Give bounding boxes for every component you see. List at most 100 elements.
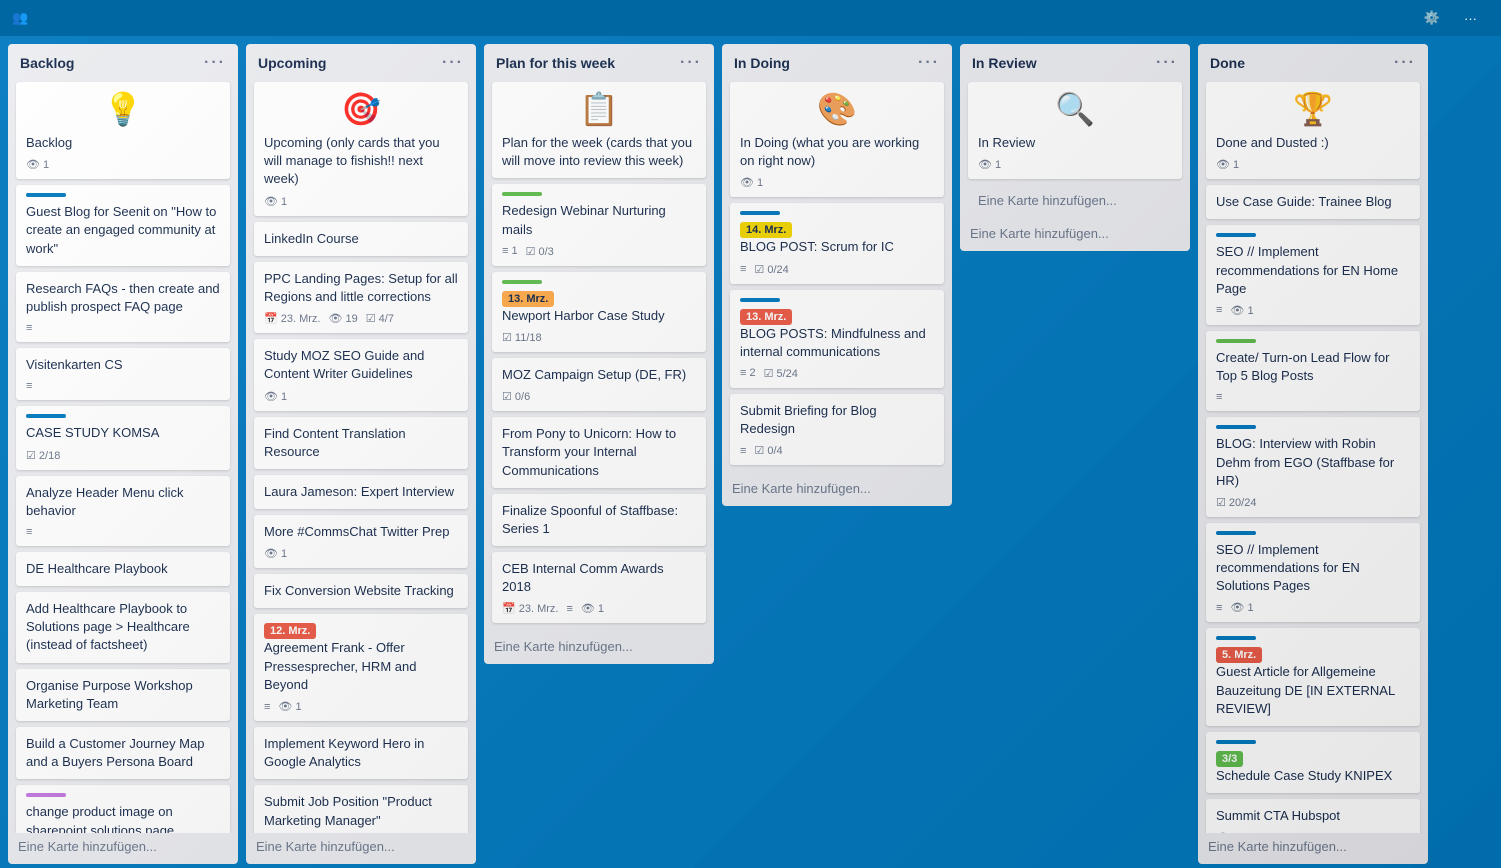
card-b3[interactable]: Visitenkarten CS≡ — [16, 348, 230, 400]
card-b8[interactable]: Organise Purpose Workshop Marketing Team — [16, 669, 230, 721]
card-p2[interactable]: 13. Mrz.Newport Harbor Case Study☑ 11/18 — [492, 272, 706, 352]
card-label-dn5 — [1216, 531, 1256, 535]
card-dn7[interactable]: 3/3Schedule Case Study KNIPEX — [1206, 732, 1420, 793]
column-inreview: In Review···🔍In Review👁 1Eine Karte hinz… — [960, 44, 1190, 251]
card-title-dn1: Use Case Guide: Trainee Blog — [1216, 193, 1410, 211]
card-b10[interactable]: change product image on sharepoint solut… — [16, 785, 230, 833]
card-meta-item: ☑ 11/18 — [502, 331, 542, 344]
card-u9[interactable]: Implement Keyword Hero in Google Analyti… — [254, 727, 468, 779]
card-b0[interactable]: 💡Backlog👁 1 — [16, 82, 230, 179]
card-meta-u3: 👁 1 — [264, 390, 458, 403]
top-bar-right: ⚙️ ··· — [1424, 10, 1489, 26]
card-dn1[interactable]: Use Case Guide: Trainee Blog — [1206, 185, 1420, 219]
card-badge-dn6: 5. Mrz. — [1216, 647, 1262, 663]
card-label-p1 — [502, 192, 542, 196]
card-u6[interactable]: More #CommsChat Twitter Prep👁 1 — [254, 515, 468, 568]
card-title-b9: Build a Customer Journey Map and a Buyer… — [26, 735, 220, 771]
add-card-indoing[interactable]: Eine Karte hinzufügen... — [722, 475, 952, 506]
card-u7[interactable]: Fix Conversion Website Tracking — [254, 574, 468, 608]
card-meta-b4: ☑ 2/18 — [26, 449, 220, 462]
card-title-p4: From Pony to Unicorn: How to Transform y… — [502, 425, 696, 480]
card-dn2[interactable]: SEO // Implement recommendations for EN … — [1206, 225, 1420, 325]
card-title-b10: change product image on sharepoint solut… — [26, 803, 220, 833]
card-meta-item: ≡ — [26, 380, 32, 392]
card-b5[interactable]: Analyze Header Menu click behavior≡ — [16, 476, 230, 546]
card-b1[interactable]: Guest Blog for Seenit on "How to create … — [16, 185, 230, 266]
card-u0[interactable]: 🎯Upcoming (only cards that you will mana… — [254, 82, 468, 216]
card-d0[interactable]: 🎨In Doing (what you are working on right… — [730, 82, 944, 197]
add-card-upcoming[interactable]: Eine Karte hinzufügen... — [246, 833, 476, 864]
visibility-icon: 👥 — [12, 10, 28, 26]
card-icon-p0: 📋 — [502, 90, 696, 128]
column-menu-indoing[interactable]: ··· — [918, 54, 940, 72]
card-d1[interactable]: 14. Mrz.BLOG POST: Scrum for IC≡☑ 0/24 — [730, 203, 944, 283]
card-p4[interactable]: From Pony to Unicorn: How to Transform y… — [492, 417, 706, 488]
card-title-u5: Laura Jameson: Expert Interview — [264, 483, 458, 501]
add-card-plan[interactable]: Eine Karte hinzufügen... — [484, 633, 714, 664]
card-b7[interactable]: Add Healthcare Playbook to Solutions pag… — [16, 592, 230, 663]
card-b9[interactable]: Build a Customer Journey Map and a Buyer… — [16, 727, 230, 779]
card-meta-item: 👁 1 — [1230, 304, 1253, 317]
card-d2[interactable]: 13. Mrz.BLOG POSTS: Mindfulness and inte… — [730, 290, 944, 388]
card-meta-item: ≡ — [264, 701, 270, 713]
card-label-b4 — [26, 414, 66, 418]
column-header-backlog: Backlog ··· — [8, 44, 238, 78]
card-dn6[interactable]: 5. Mrz.Guest Article for Allgemeine Bauz… — [1206, 628, 1420, 726]
card-meta-p1: ≡ 1☑ 0/3 — [502, 245, 696, 258]
column-menu-backlog[interactable]: ··· — [204, 54, 226, 72]
card-meta-item: 👁 1 — [278, 700, 301, 713]
column-header-upcoming: Upcoming ··· — [246, 44, 476, 78]
card-u4[interactable]: Find Content Translation Resource — [254, 417, 468, 469]
add-card-done[interactable]: Eine Karte hinzufügen... — [1198, 833, 1428, 864]
card-u2[interactable]: PPC Landing Pages: Setup for all Regions… — [254, 262, 468, 333]
card-u5[interactable]: Laura Jameson: Expert Interview — [254, 475, 468, 509]
column-menu-plan[interactable]: ··· — [680, 54, 702, 72]
card-u3[interactable]: Study MOZ SEO Guide and Content Writer G… — [254, 339, 468, 410]
card-dn0[interactable]: 🏆Done and Dusted :)👁 1 — [1206, 82, 1420, 179]
column-menu-inreview[interactable]: ··· — [1156, 54, 1178, 72]
column-menu-done[interactable]: ··· — [1394, 54, 1416, 72]
card-meta-u8: ≡ 👁 1 — [264, 700, 458, 713]
column-title-backlog: Backlog — [20, 55, 74, 71]
add-card-inreview[interactable]: Eine Karte hinzufügen... — [960, 220, 1190, 251]
card-p0[interactable]: 📋Plan for the week (cards that you will … — [492, 82, 706, 178]
card-dn3[interactable]: Create/ Turn-on Lead Flow for Top 5 Blog… — [1206, 331, 1420, 411]
top-bar: 👥 ⚙️ ··· — [0, 0, 1501, 36]
card-title-d0: In Doing (what you are working on right … — [740, 134, 934, 170]
card-meta-item: ☑ 20/24 — [1216, 496, 1256, 509]
card-dn8[interactable]: Summit CTA Hubspot👁 2 — [1206, 799, 1420, 833]
card-u1[interactable]: LinkedIn Course — [254, 222, 468, 256]
card-badge-p2: 13. Mrz. — [502, 291, 554, 307]
card-title-p3: MOZ Campaign Setup (DE, FR) — [502, 366, 696, 384]
add-card-backlog[interactable]: Eine Karte hinzufügen... — [8, 833, 238, 864]
card-b6[interactable]: DE Healthcare Playbook — [16, 552, 230, 586]
column-menu-upcoming[interactable]: ··· — [442, 54, 464, 72]
dots-menu: ··· — [1464, 11, 1477, 26]
card-u10[interactable]: Submit Job Position "Product Marketing M… — [254, 785, 468, 833]
card-p6[interactable]: CEB Internal Comm Awards 2018📅 23. Mrz.≡… — [492, 552, 706, 623]
card-b2[interactable]: Research FAQs - then create and publish … — [16, 272, 230, 342]
card-meta-item: ≡ 1 — [502, 245, 518, 257]
card-u8[interactable]: 12. Mrz.Agreement Frank - Offer Pressesp… — [254, 614, 468, 721]
column-cards-done: 🏆Done and Dusted :)👁 1 Use Case Guide: Tr… — [1198, 78, 1428, 833]
column-indoing: In Doing···🎨In Doing (what you are worki… — [722, 44, 952, 506]
add-card-inreview[interactable]: Eine Karte hinzufügen... — [968, 185, 1182, 216]
card-b4[interactable]: CASE STUDY KOMSA☑ 2/18 — [16, 406, 230, 469]
card-title-u0: Upcoming (only cards that you will manag… — [264, 134, 458, 189]
card-meta-item: 👁 1 — [581, 602, 604, 615]
column-title-upcoming: Upcoming — [258, 55, 326, 71]
card-p3[interactable]: MOZ Campaign Setup (DE, FR) ☑ 0/6 — [492, 358, 706, 411]
card-r0[interactable]: 🔍In Review👁 1 — [968, 82, 1182, 179]
card-title-d1: BLOG POST: Scrum for IC — [740, 238, 934, 256]
card-dn4[interactable]: BLOG: Interview with Robin Dehm from EGO… — [1206, 417, 1420, 517]
card-meta-dn0: 👁 1 — [1216, 158, 1410, 171]
card-meta-d2: ≡ 2☑ 5/24 — [740, 367, 934, 380]
card-dn5[interactable]: SEO // Implement recommendations for EN … — [1206, 523, 1420, 623]
card-title-dn8: Summit CTA Hubspot — [1216, 807, 1410, 825]
card-d3[interactable]: Submit Briefing for Blog Redesign≡☑ 0/4 — [730, 394, 944, 465]
card-meta-item: ☑ 0/6 — [502, 390, 530, 403]
card-meta-item: ≡ — [740, 445, 746, 457]
card-meta-item: 👁 1 — [264, 390, 287, 403]
card-p1[interactable]: Redesign Webinar Nurturing mails≡ 1☑ 0/3 — [492, 184, 706, 265]
card-p5[interactable]: Finalize Spoonful of Staffbase: Series 1 — [492, 494, 706, 546]
